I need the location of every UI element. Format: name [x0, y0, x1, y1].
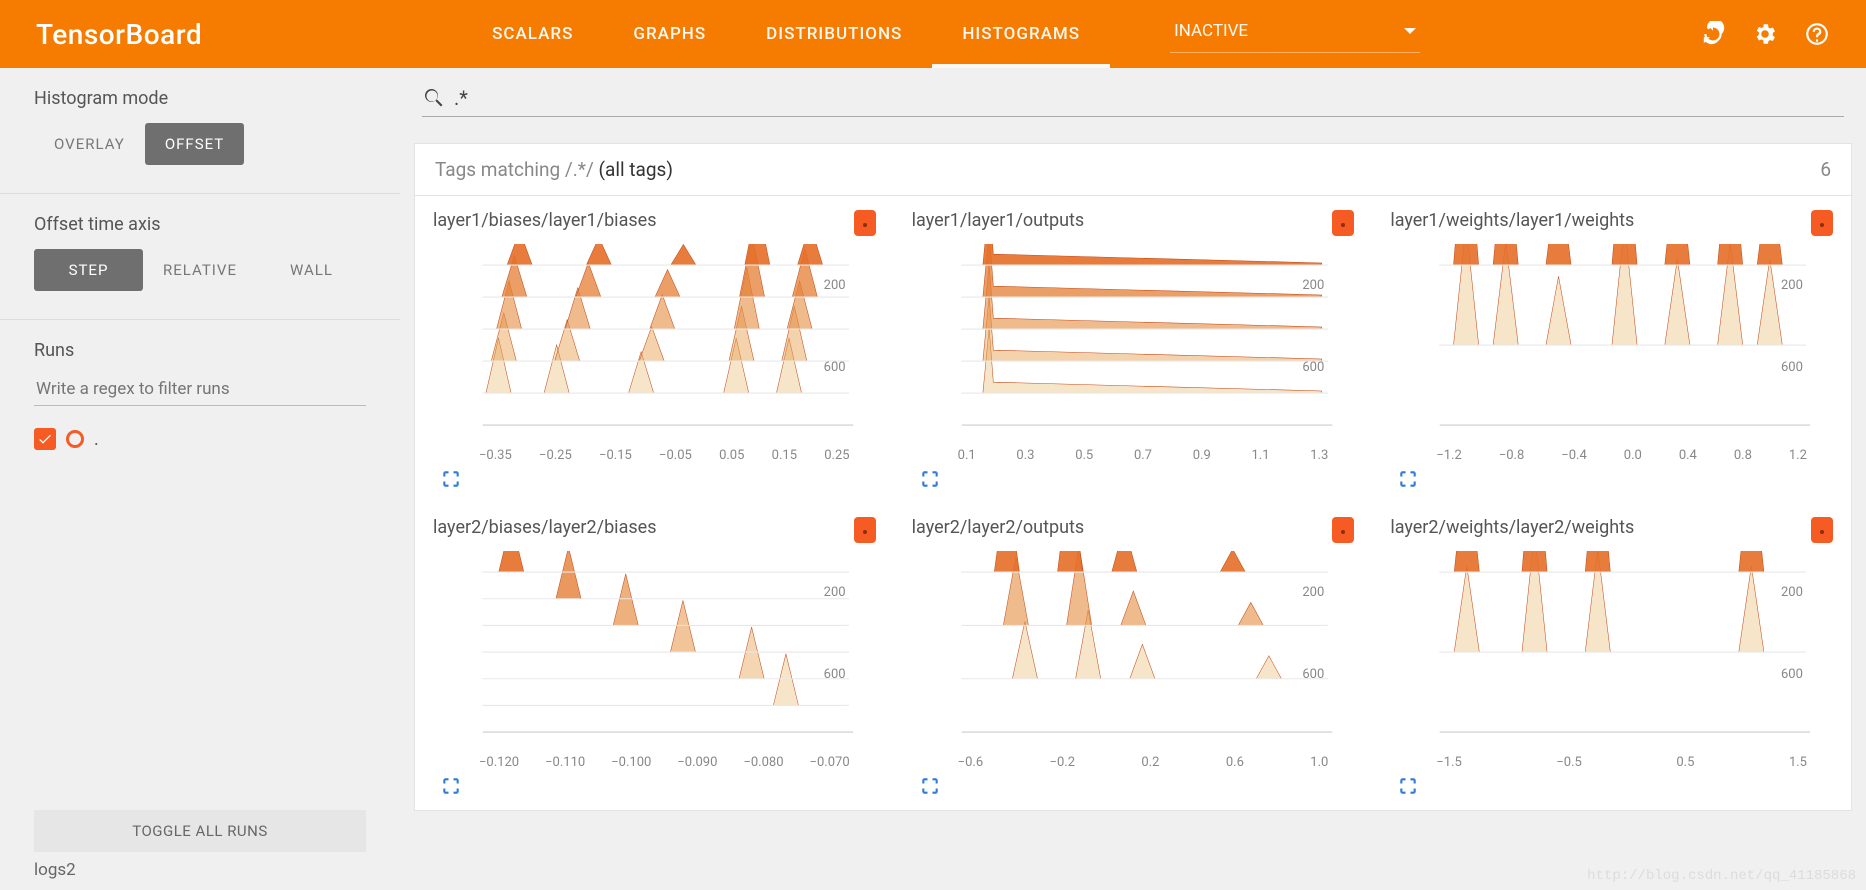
divider: [0, 193, 400, 194]
x-axis-labels: −0.35−0.25−0.15−0.050.050.150.25: [479, 448, 850, 463]
y-axis-labels: 200600: [1302, 551, 1352, 716]
histogram-chart[interactable]: 200600: [445, 551, 864, 751]
axis-relative-button[interactable]: RELATIVE: [143, 249, 257, 291]
expand-icon[interactable]: [920, 781, 940, 800]
histogram-chart[interactable]: 200600: [1402, 244, 1821, 444]
run-color-badge[interactable]: [1332, 210, 1354, 236]
card-title: layer1/layer1/outputs: [912, 210, 1085, 231]
histogram-grid: layer1/biases/layer1/biases 200600 −0.35…: [414, 196, 1852, 811]
tags-suffix: (all tags): [599, 158, 673, 181]
histogram-chart[interactable]: 200600: [1402, 551, 1821, 751]
refresh-icon[interactable]: [1700, 21, 1726, 47]
divider: [0, 319, 400, 320]
expand-icon[interactable]: [1398, 474, 1418, 493]
y-axis-labels: 200600: [824, 244, 874, 409]
card-title: layer2/weights/layer2/weights: [1390, 517, 1634, 538]
x-axis-labels: −0.120−0.110−0.100−0.090−0.080−0.070: [479, 755, 850, 770]
run-color-badge[interactable]: [1332, 517, 1354, 543]
tab-graphs[interactable]: GRAPHS: [603, 0, 736, 68]
x-axis-labels: −1.5−0.50.51.5: [1436, 755, 1807, 770]
run-radio[interactable]: [66, 430, 84, 448]
run-color-badge[interactable]: [854, 210, 876, 236]
histogram-card: layer2/weights/layer2/weights 200600 −1.…: [1372, 503, 1851, 810]
help-icon[interactable]: [1804, 21, 1830, 47]
offset-axis-toggle: STEP RELATIVE WALL: [34, 249, 366, 291]
mode-overlay-button[interactable]: OVERLAY: [34, 123, 145, 165]
tab-scalars[interactable]: SCALARS: [462, 0, 603, 68]
x-axis-labels: −1.2−0.8−0.40.00.40.81.2: [1436, 448, 1807, 463]
tags-matching-bar[interactable]: Tags matching /.*/ (all tags) 6: [414, 143, 1852, 196]
run-color-badge[interactable]: [854, 517, 876, 543]
histogram-card: layer1/weights/layer1/weights 200600 −1.…: [1372, 196, 1851, 503]
chevron-down-icon: [1404, 28, 1416, 34]
run-color-badge[interactable]: [1811, 210, 1833, 236]
sidebar: Histogram mode OVERLAY OFFSET Offset tim…: [0, 68, 400, 890]
toggle-all-runs-button[interactable]: TOGGLE ALL RUNS: [34, 810, 366, 852]
histogram-chart[interactable]: 200600: [924, 551, 1343, 751]
histogram-card: layer2/biases/layer2/biases 200600 −0.12…: [415, 503, 894, 810]
mode-offset-button[interactable]: OFFSET: [145, 123, 244, 165]
runs-title: Runs: [34, 340, 366, 361]
histogram-mode-title: Histogram mode: [34, 88, 366, 109]
main-panel: Tags matching /.*/ (all tags) 6 layer1/b…: [400, 68, 1866, 890]
tags-prefix: Tags matching /.*/: [435, 158, 599, 181]
axis-wall-button[interactable]: WALL: [257, 249, 366, 291]
tab-histograms[interactable]: HISTOGRAMS: [932, 0, 1110, 68]
inactive-dropdown[interactable]: INACTIVE: [1170, 15, 1420, 53]
card-title: layer2/biases/layer2/biases: [433, 517, 656, 538]
y-axis-labels: 200600: [1781, 244, 1831, 409]
y-axis-labels: 200600: [1302, 244, 1352, 409]
logs-path-label: logs2: [34, 860, 366, 880]
expand-icon[interactable]: [441, 474, 461, 493]
histogram-chart[interactable]: 200600: [445, 244, 864, 444]
card-title: layer2/layer2/outputs: [912, 517, 1085, 538]
run-row: .: [34, 428, 366, 450]
nav-tabs: SCALARSGRAPHSDISTRIBUTIONSHISTOGRAMS: [462, 0, 1110, 68]
tags-count: 6: [1820, 158, 1831, 181]
axis-step-button[interactable]: STEP: [34, 249, 143, 291]
card-title: layer1/biases/layer1/biases: [433, 210, 656, 231]
histogram-card: layer2/layer2/outputs 200600 −0.6−0.20.2…: [894, 503, 1373, 810]
app-header: TensorBoard SCALARSGRAPHSDISTRIBUTIONSHI…: [0, 0, 1866, 68]
histogram-chart[interactable]: 200600: [924, 244, 1343, 444]
inactive-label: INACTIVE: [1174, 21, 1248, 41]
run-label: .: [94, 429, 99, 450]
y-axis-labels: 200600: [1781, 551, 1831, 716]
expand-icon[interactable]: [920, 474, 940, 493]
x-axis-labels: 0.10.30.50.70.91.11.3: [958, 448, 1329, 463]
x-axis-labels: −0.6−0.20.20.61.0: [958, 755, 1329, 770]
header-icons: [1700, 21, 1830, 47]
tag-search-row: [422, 86, 1844, 117]
y-axis-labels: 200600: [824, 551, 874, 716]
gear-icon[interactable]: [1752, 21, 1778, 47]
runs-filter-input[interactable]: [34, 373, 366, 406]
search-icon: [422, 86, 446, 110]
card-title: layer1/weights/layer1/weights: [1390, 210, 1634, 231]
expand-icon[interactable]: [1398, 781, 1418, 800]
histogram-card: layer1/layer1/outputs 200600 0.10.30.50.…: [894, 196, 1373, 503]
run-checkbox[interactable]: [34, 428, 56, 450]
histogram-mode-toggle: OVERLAY OFFSET: [34, 123, 366, 165]
expand-icon[interactable]: [441, 781, 461, 800]
app-logo: TensorBoard: [36, 18, 202, 51]
run-color-badge[interactable]: [1811, 517, 1833, 543]
offset-axis-title: Offset time axis: [34, 214, 366, 235]
histogram-card: layer1/biases/layer1/biases 200600 −0.35…: [415, 196, 894, 503]
tag-search-input[interactable]: [454, 86, 1844, 110]
tab-distributions[interactable]: DISTRIBUTIONS: [736, 0, 932, 68]
